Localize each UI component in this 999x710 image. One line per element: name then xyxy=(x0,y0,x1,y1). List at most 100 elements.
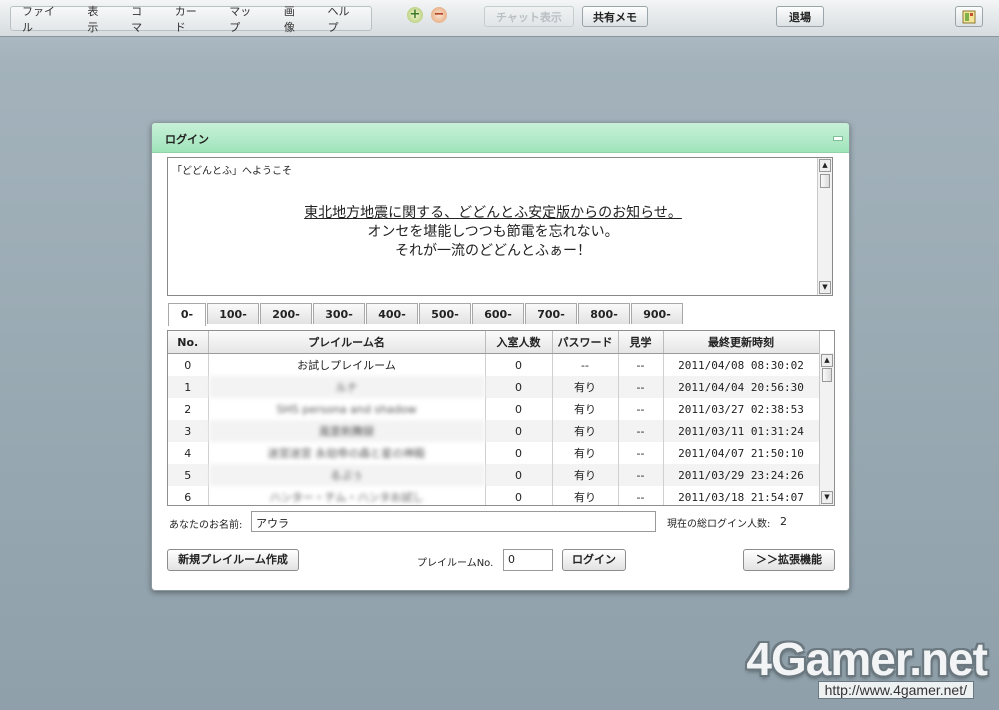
tab-900[interactable]: 900- xyxy=(631,303,683,324)
room-observe: -- xyxy=(618,486,664,505)
room-no: 2 xyxy=(168,398,209,420)
room-password: -- xyxy=(552,353,619,376)
watermark-logo: 4Gamer.net xyxy=(746,633,988,685)
column-header-room-name[interactable]: プレイルーム名 xyxy=(208,331,486,354)
announcement-line: それが一流のどどんとふぁー！ xyxy=(395,243,591,259)
menu-bar: ファイル 表示 コマ カード マップ 画像 ヘルプ xyxy=(10,5,372,34)
extend-button[interactable]: ＞＞拡張機能 xyxy=(743,549,835,571)
room-count: 0 xyxy=(485,353,553,376)
room-name: ハンター・テム・ハンタお試し xyxy=(208,486,486,505)
room-updated: 2011/04/08 08:30:02 xyxy=(663,353,820,376)
room-count: 0 xyxy=(485,442,553,464)
window-icon xyxy=(962,10,976,24)
room-updated: 2011/03/18 21:54:07 xyxy=(663,486,820,505)
tab-800[interactable]: 800- xyxy=(578,303,630,324)
column-header-updated[interactable]: 最終更新時刻 xyxy=(663,331,820,354)
tab-600[interactable]: 600- xyxy=(472,303,524,324)
announcement-link[interactable]: 東北地方地震に関する、どどんとふ安定版からのお知らせ。 xyxy=(168,204,818,223)
login-dialog: ログイン 「どどんとふ」へようこそ 東北地方地震に関する、どどんとふ安定版からの… xyxy=(151,122,850,591)
room-no: 3 xyxy=(168,420,209,442)
room-password: 有り xyxy=(552,486,619,505)
column-header-no[interactable]: No. xyxy=(168,331,209,354)
room-name: 風雲剣舞録 xyxy=(208,420,486,442)
room-observe: -- xyxy=(618,376,664,398)
room-count: 0 xyxy=(485,398,553,420)
zoom-in-icon[interactable]: + xyxy=(407,7,423,23)
scroll-thumb[interactable] xyxy=(820,174,830,188)
watermark-url: http://www.4gamer.net/ xyxy=(817,681,974,699)
tab-700[interactable]: 700- xyxy=(525,303,577,324)
room-name: ルナ xyxy=(208,376,486,398)
room-range-tabs: 0- 100- 200- 300- 400- 500- 600- 700- 80… xyxy=(168,303,684,326)
column-header-count[interactable]: 入室人数 xyxy=(485,331,553,354)
room-count: 0 xyxy=(485,464,553,486)
room-no: 1 xyxy=(168,376,209,398)
login-button[interactable]: ログイン xyxy=(562,549,626,571)
table-row[interactable]: 3 風雲剣舞録 0 有り -- 2011/03/11 01:31:24 xyxy=(168,420,820,442)
dialog-title-bar[interactable]: ログイン xyxy=(152,123,849,153)
table-row[interactable]: 4 迷宮迷宮 永劫帝の森と星の神殿 0 有り -- 2011/04/07 21:… xyxy=(168,442,820,464)
tab-0[interactable]: 0- xyxy=(168,303,206,326)
room-no: 5 xyxy=(168,464,209,486)
minimize-icon[interactable] xyxy=(833,136,843,141)
room-password: 有り xyxy=(552,464,619,486)
message-area: 「どどんとふ」へようこそ 東北地方地震に関する、どどんとふ安定版からのお知らせ。… xyxy=(167,157,833,296)
room-name: 迷宮迷宮 永劫帝の森と星の神殿 xyxy=(208,442,486,464)
table-scrollbar[interactable]: ▲ ▼ xyxy=(819,353,834,505)
room-name: るぷぅ xyxy=(208,464,486,486)
tab-100[interactable]: 100- xyxy=(207,303,259,324)
room-password: 有り xyxy=(552,376,619,398)
table-row[interactable]: 0 お試しプレイルーム 0 -- -- 2011/04/08 08:30:02 xyxy=(168,353,820,376)
table-row[interactable]: 5 るぷぅ 0 有り -- 2011/03/29 23:24:26 xyxy=(168,464,820,486)
scroll-thumb[interactable] xyxy=(822,368,832,382)
menu-map[interactable]: マップ xyxy=(218,3,273,35)
room-updated: 2011/03/27 02:38:53 xyxy=(663,398,820,420)
dialog-title: ログイン xyxy=(165,133,209,146)
scroll-up-icon[interactable]: ▲ xyxy=(819,159,831,172)
tab-400[interactable]: 400- xyxy=(366,303,418,324)
menu-card[interactable]: カード xyxy=(164,3,219,35)
settings-button[interactable] xyxy=(955,6,983,27)
table-row[interactable]: 2 SHS persona and shadow 0 有り -- 2011/03… xyxy=(168,398,820,420)
menu-help[interactable]: ヘルプ xyxy=(317,3,372,35)
name-label: あなたのお名前: xyxy=(169,520,243,531)
scroll-up-icon[interactable]: ▲ xyxy=(821,354,833,367)
login-count-label: 現在の総ログイン人数: xyxy=(667,519,771,530)
table-row[interactable]: 6 ハンター・テム・ハンタお試し 0 有り -- 2011/03/18 21:5… xyxy=(168,486,820,505)
room-count: 0 xyxy=(485,486,553,505)
room-updated: 2011/04/04 20:56:30 xyxy=(663,376,820,398)
table-row[interactable]: 1 ルナ 0 有り -- 2011/04/04 20:56:30 xyxy=(168,376,820,398)
tab-300[interactable]: 300- xyxy=(313,303,365,324)
scroll-down-icon[interactable]: ▼ xyxy=(819,281,831,294)
room-password: 有り xyxy=(552,398,619,420)
name-input[interactable]: アウラ xyxy=(251,511,656,532)
room-name: SHS persona and shadow xyxy=(208,398,486,420)
column-header-observe[interactable]: 見学 xyxy=(618,331,664,354)
login-count: 2 xyxy=(780,515,787,528)
menu-piece[interactable]: コマ xyxy=(120,3,164,35)
announcement: 東北地方地震に関する、どどんとふ安定版からのお知らせ。 オンセを堪能しつつも節電… xyxy=(168,204,818,261)
scroll-down-icon[interactable]: ▼ xyxy=(821,491,833,504)
zoom-out-icon[interactable]: − xyxy=(431,7,447,23)
tab-200[interactable]: 200- xyxy=(260,303,312,324)
column-header-password[interactable]: パスワード xyxy=(552,331,619,354)
menu-image[interactable]: 画像 xyxy=(273,3,317,35)
menu-file[interactable]: ファイル xyxy=(11,3,76,35)
room-no: 6 xyxy=(168,486,209,505)
shared-memo-button[interactable]: 共有メモ xyxy=(582,6,648,27)
chat-toggle-button[interactable]: チャット表示 xyxy=(484,6,574,27)
room-count: 0 xyxy=(485,420,553,442)
tab-500[interactable]: 500- xyxy=(419,303,471,324)
message-scrollbar[interactable]: ▲ ▼ xyxy=(817,158,832,295)
room-password: 有り xyxy=(552,442,619,464)
room-observe: -- xyxy=(618,464,664,486)
exit-button[interactable]: 退場 xyxy=(776,6,824,27)
room-updated: 2011/03/11 01:31:24 xyxy=(663,420,820,442)
room-no: 4 xyxy=(168,442,209,464)
menu-view[interactable]: 表示 xyxy=(76,3,120,35)
table-header-row: No. プレイルーム名 入室人数 パスワード 見学 最終更新時刻 xyxy=(168,331,820,354)
create-room-button[interactable]: 新規プレイルーム作成 xyxy=(167,549,299,571)
room-no-input[interactable]: 0 xyxy=(503,549,553,571)
room-table: No. プレイルーム名 入室人数 パスワード 見学 最終更新時刻 0 お試しプレ… xyxy=(167,330,835,506)
room-no: 0 xyxy=(168,353,209,376)
